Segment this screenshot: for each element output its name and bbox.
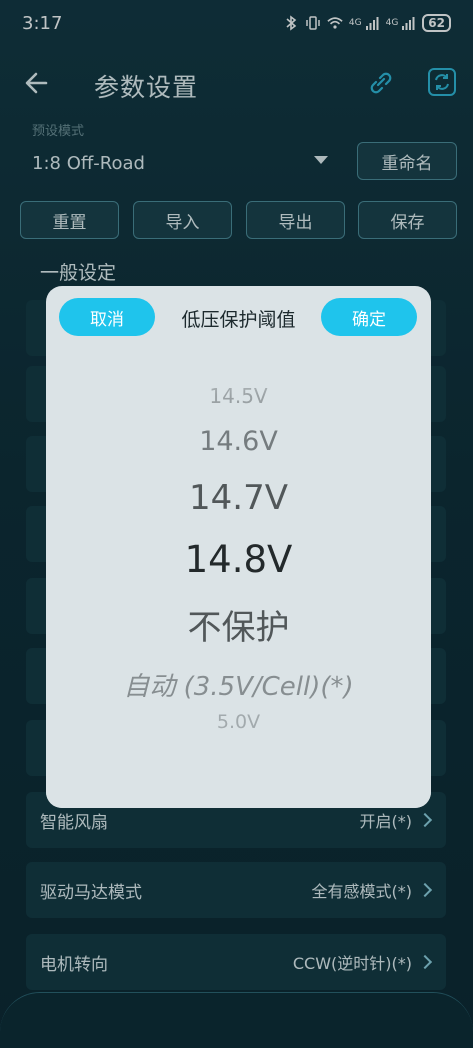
picker-dialog: 取消 低压保护阈值 确定 14.5V 14.6V 14.7V 14.8V 不保护… (46, 286, 431, 808)
picker-option[interactable]: 自动 (3.5V/Cell)(*) (46, 666, 431, 703)
picker-fade-top (46, 346, 431, 396)
picker-option-selected[interactable]: 14.8V (46, 538, 431, 581)
picker-option[interactable]: 14.6V (46, 426, 431, 457)
picker-option[interactable]: 14.7V (46, 478, 431, 518)
confirm-button[interactable]: 确定 (321, 298, 417, 336)
picker-fade-bottom (46, 726, 431, 808)
picker-option[interactable]: 不保护 (46, 600, 431, 649)
